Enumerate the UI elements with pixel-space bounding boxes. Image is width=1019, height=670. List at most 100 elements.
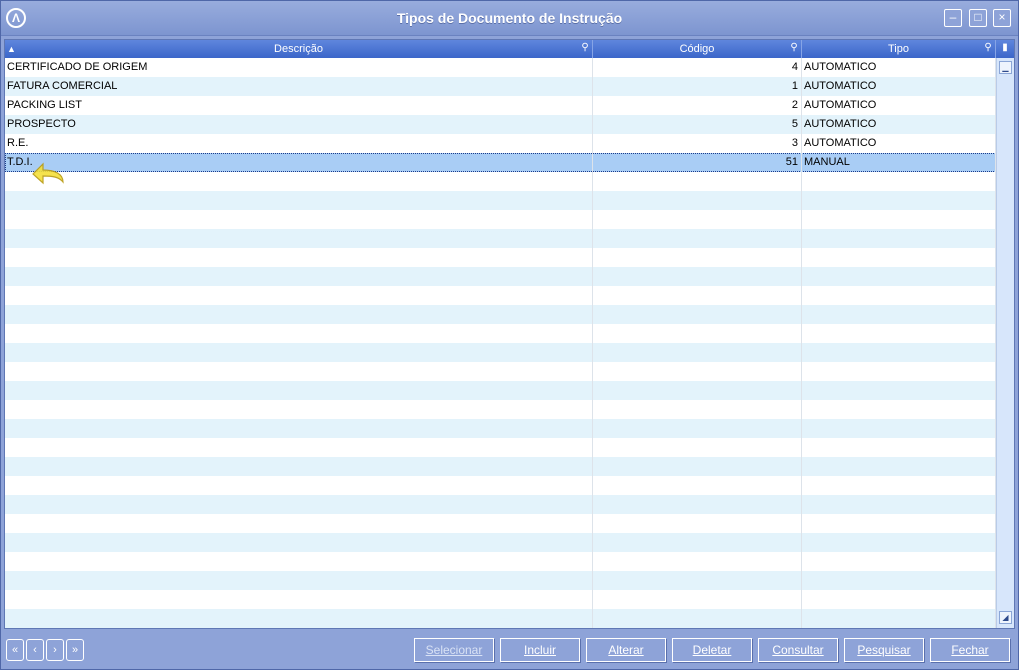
cell-tipo[interactable] [802,457,996,476]
incluir-button[interactable]: Incluir [500,638,580,662]
empty-table-row[interactable] [5,248,996,267]
cell-descricao[interactable] [5,210,593,229]
cell-codigo[interactable] [593,362,802,381]
empty-table-row[interactable] [5,609,996,628]
empty-table-row[interactable] [5,172,996,191]
cell-descricao[interactable] [5,609,593,628]
empty-table-row[interactable] [5,571,996,590]
cell-descricao[interactable]: FATURA COMERCIAL [5,77,593,96]
cell-descricao[interactable] [5,552,593,571]
pesquisar-button[interactable]: Pesquisar [844,638,924,662]
empty-table-row[interactable] [5,286,996,305]
empty-table-row[interactable] [5,438,996,457]
cell-tipo[interactable] [802,400,996,419]
cell-descricao[interactable] [5,343,593,362]
cell-descricao[interactable]: R.E. [5,134,593,153]
cell-codigo[interactable]: 4 [593,58,802,77]
cell-descricao[interactable] [5,571,593,590]
cell-codigo[interactable] [593,419,802,438]
cell-codigo[interactable] [593,324,802,343]
cell-descricao[interactable] [5,267,593,286]
cell-descricao[interactable] [5,419,593,438]
empty-table-row[interactable] [5,400,996,419]
cell-codigo[interactable]: 1 [593,77,802,96]
next-record-button[interactable]: › [46,639,64,661]
cell-descricao[interactable] [5,362,593,381]
empty-table-row[interactable] [5,343,996,362]
cell-codigo[interactable] [593,400,802,419]
cell-codigo[interactable] [593,248,802,267]
cell-codigo[interactable] [593,210,802,229]
empty-table-row[interactable] [5,381,996,400]
table-row[interactable]: PACKING LIST 2 AUTOMATICO [5,96,996,115]
cell-codigo[interactable] [593,305,802,324]
cell-descricao[interactable] [5,514,593,533]
table-row[interactable]: T.D.I. 51 MANUAL [5,153,996,172]
fechar-button[interactable]: Fechar [930,638,1010,662]
cell-codigo[interactable]: 51 [593,153,802,172]
cell-codigo[interactable] [593,457,802,476]
close-button[interactable]: × [993,9,1011,27]
cell-tipo[interactable]: MANUAL [802,153,996,172]
cell-codigo[interactable] [593,267,802,286]
cell-tipo[interactable] [802,286,996,305]
empty-table-row[interactable] [5,590,996,609]
table-row[interactable]: R.E. 3 AUTOMATICO [5,134,996,153]
cell-codigo[interactable] [593,590,802,609]
cell-codigo[interactable] [593,514,802,533]
scroll-down-button[interactable]: ◢ [999,611,1012,624]
cell-descricao[interactable] [5,172,593,191]
consultar-button[interactable]: Consultar [758,638,838,662]
cell-tipo[interactable]: AUTOMATICO [802,115,996,134]
column-search-icon[interactable]: ⚲ [788,42,800,54]
cell-codigo[interactable]: 3 [593,134,802,153]
cell-descricao[interactable] [5,438,593,457]
cell-codigo[interactable] [593,172,802,191]
cell-descricao[interactable]: T.D.I. [5,153,593,172]
column-search-icon[interactable]: ⚲ [982,42,994,54]
empty-table-row[interactable] [5,267,996,286]
cell-codigo[interactable] [593,571,802,590]
cell-tipo[interactable] [802,362,996,381]
first-record-button[interactable]: « [6,639,24,661]
cell-codigo[interactable] [593,381,802,400]
cell-descricao[interactable] [5,495,593,514]
cell-tipo[interactable] [802,191,996,210]
cell-codigo[interactable]: 5 [593,115,802,134]
cell-codigo[interactable] [593,191,802,210]
empty-table-row[interactable] [5,514,996,533]
minimize-button[interactable]: – [944,9,962,27]
cell-tipo[interactable] [802,267,996,286]
cell-tipo[interactable] [802,172,996,191]
column-header-tipo[interactable]: Tipo ⚲ [802,40,996,58]
empty-table-row[interactable] [5,552,996,571]
cell-codigo[interactable] [593,229,802,248]
cell-codigo[interactable] [593,438,802,457]
cell-tipo[interactable]: AUTOMATICO [802,77,996,96]
empty-table-row[interactable] [5,229,996,248]
empty-table-row[interactable] [5,324,996,343]
cell-descricao[interactable] [5,324,593,343]
cell-tipo[interactable]: AUTOMATICO [802,96,996,115]
previous-record-button[interactable]: ‹ [26,639,44,661]
table-row[interactable]: FATURA COMERCIAL 1 AUTOMATICO [5,77,996,96]
cell-tipo[interactable] [802,248,996,267]
cell-descricao[interactable] [5,286,593,305]
empty-table-row[interactable] [5,305,996,324]
cell-codigo[interactable] [593,533,802,552]
column-search-icon[interactable]: ⚲ [579,42,591,54]
cell-codigo[interactable] [593,552,802,571]
empty-table-row[interactable] [5,362,996,381]
cell-descricao[interactable] [5,191,593,210]
column-header-codigo[interactable]: Código ⚲ [593,40,802,58]
alterar-button[interactable]: Alterar [586,638,666,662]
cell-descricao[interactable] [5,248,593,267]
empty-table-row[interactable] [5,210,996,229]
empty-table-row[interactable] [5,476,996,495]
vertical-scrollbar[interactable]: ▁ ◢ [996,58,1014,628]
empty-table-row[interactable] [5,457,996,476]
cell-tipo[interactable] [802,381,996,400]
cell-tipo[interactable] [802,438,996,457]
cell-descricao[interactable] [5,457,593,476]
cell-descricao[interactable] [5,381,593,400]
